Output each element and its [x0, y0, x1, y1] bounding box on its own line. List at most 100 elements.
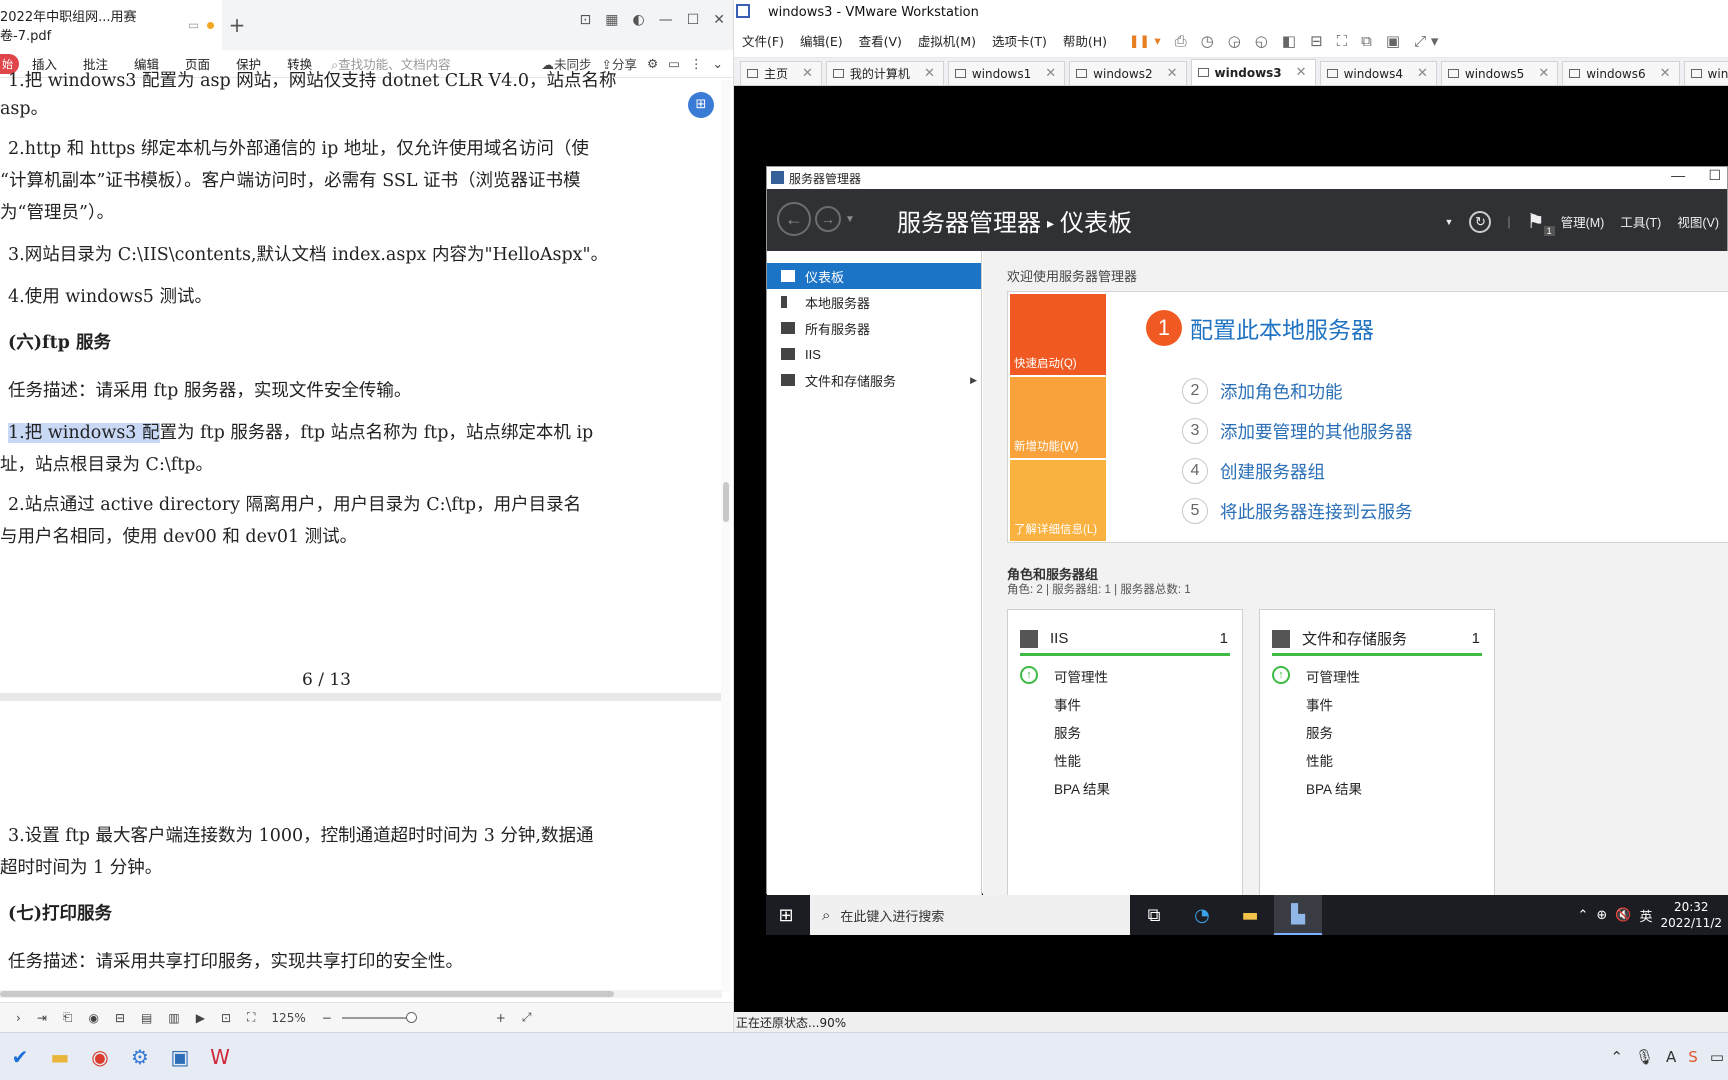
close-button[interactable]: ✕	[713, 12, 725, 28]
wps-icon[interactable]: W	[200, 1037, 240, 1077]
menu-tabs[interactable]: 选项卡(T)	[984, 31, 1055, 50]
menu-view[interactable]: 查看(V)	[851, 31, 910, 50]
vm-console[interactable]: 服务器管理器 — ☐ ← → ▼ 服务器管理器 ▸ 仪表板 ▼ ↻ | ⚑ 1 管	[734, 87, 1728, 1007]
zoom-slider-knob[interactable]	[405, 1011, 417, 1023]
close-icon[interactable]: ✕	[924, 66, 935, 81]
next-page-icon[interactable]: ›	[16, 1011, 21, 1025]
step-create-group[interactable]: 4 创建服务器组	[1182, 458, 1325, 484]
step-link[interactable]: 添加要管理的其他服务器	[1220, 419, 1413, 444]
text-selection[interactable]: 1.把 windows3 配	[8, 423, 160, 443]
fit-page-icon[interactable]: ⛶	[247, 1010, 255, 1025]
guest-clock[interactable]: 20:32 2022/11/2	[1660, 899, 1722, 931]
step-configure-local-server[interactable]: 1 配置此本地服务器	[1146, 310, 1374, 346]
refresh-icon[interactable]: ↻	[1469, 210, 1492, 233]
tab-windows6[interactable]: windows6 ✕	[1562, 61, 1680, 85]
step-add-roles[interactable]: 2 添加角色和功能	[1182, 378, 1343, 404]
close-icon[interactable]: ✕	[1417, 66, 1428, 81]
snapshot-icon[interactable]: ◷	[1201, 32, 1214, 50]
file-explorer-icon[interactable]: ▬	[1226, 895, 1274, 935]
forward-button[interactable]: →	[815, 206, 841, 232]
tab-windows2[interactable]: windows2 ✕	[1069, 61, 1187, 85]
history-dropdown-icon[interactable]: ▼	[845, 214, 855, 225]
chrome-icon[interactable]: ◉	[80, 1037, 120, 1077]
floating-tool-icon[interactable]: ⊞	[688, 92, 714, 118]
server-manager-taskbar-icon[interactable]: ▙	[1274, 895, 1322, 935]
tab-windows5[interactable]: windows5 ✕	[1440, 61, 1559, 85]
menu-help[interactable]: 帮助(H)	[1055, 31, 1115, 50]
windows-start-icon[interactable]: ⊞	[766, 905, 806, 926]
todo-icon[interactable]: ✔	[0, 1037, 40, 1077]
menu-edit[interactable]: 编辑(E)	[792, 31, 851, 50]
chevron-up-icon[interactable]: ⌃	[1610, 1048, 1623, 1066]
tab-home[interactable]: 主页 ✕	[740, 61, 822, 85]
role-row[interactable]: 性能	[1054, 750, 1081, 770]
back-button[interactable]: ←	[777, 202, 811, 236]
maximize-button[interactable]: ☐	[687, 12, 700, 28]
zoom-out-icon[interactable]: −	[322, 1011, 332, 1025]
ime-indicator[interactable]: 英	[1639, 906, 1652, 925]
role-row[interactable]: 性能	[1306, 750, 1333, 770]
role-card-header[interactable]: IIS 1	[1020, 624, 1230, 656]
sidebar-item-dashboard[interactable]: 仪表板	[767, 263, 981, 289]
close-icon[interactable]: ✕	[1538, 66, 1549, 81]
role-row[interactable]: 事件	[1054, 694, 1081, 714]
role-row[interactable]: 服务	[1306, 722, 1333, 742]
play-icon[interactable]: ▶	[196, 1011, 205, 1025]
role-row[interactable]: 可管理性	[1054, 666, 1108, 686]
tab-windows7[interactable]: windows7✕	[1683, 61, 1728, 85]
close-icon[interactable]: ✕	[1045, 66, 1056, 81]
vmware-taskbar-icon[interactable]: ▣	[160, 1037, 200, 1077]
role-row[interactable]: 事件	[1306, 694, 1333, 714]
antivirus-icon[interactable]: S	[1688, 1048, 1698, 1066]
role-row[interactable]: 服务	[1054, 722, 1081, 742]
tab-windows4[interactable]: windows4 ✕	[1319, 61, 1437, 85]
fullscreen-icon[interactable]: ⛶	[1337, 32, 1348, 50]
network-icon[interactable]: ⊕	[1596, 908, 1607, 923]
tile-quick-start[interactable]: 快速启动(Q)	[1010, 294, 1106, 375]
tab-screen-icon[interactable]: ▭	[188, 18, 199, 32]
step-add-servers[interactable]: 3 添加要管理的其他服务器	[1182, 418, 1413, 444]
actual-size-icon[interactable]: ⊡	[221, 1011, 231, 1025]
zoom-level[interactable]: 125%	[271, 1011, 305, 1025]
horizontal-scrollbar[interactable]	[0, 990, 722, 998]
double-page-icon[interactable]: ▥	[168, 1011, 179, 1025]
vertical-scrollbar[interactable]	[721, 80, 731, 992]
menu-vm[interactable]: 虚拟机(M)	[910, 31, 984, 50]
volume-icon[interactable]: 🔇	[1615, 908, 1631, 923]
snapshot-manager-icon[interactable]: ◵	[1255, 32, 1268, 50]
stretch-icon[interactable]: ⤢ ▾	[1414, 32, 1438, 50]
chevron-right-icon[interactable]: ▶	[970, 375, 977, 386]
last-page-icon[interactable]: ⇥	[37, 1011, 47, 1025]
tile-learn-more[interactable]: 了解详细信息(L)	[1010, 460, 1106, 541]
role-row[interactable]: BPA 结果	[1054, 778, 1110, 798]
single-page-icon[interactable]: ▤	[141, 1011, 152, 1025]
step-link[interactable]: 将此服务器连接到云服务	[1220, 499, 1413, 524]
pdf-line-selected[interactable]: 1.把 windows3 配置为 ftp 服务器，ftp 站点名称为 ftp，站…	[8, 418, 593, 449]
grid-icon[interactable]: ▦	[605, 12, 618, 28]
step-link[interactable]: 添加角色和功能	[1220, 379, 1343, 404]
scroll-thumb[interactable]	[723, 482, 729, 522]
menu-view[interactable]: 视图(V)	[1677, 212, 1719, 231]
minimize-button[interactable]: —	[659, 12, 673, 28]
settings-icon[interactable]: ⚙	[120, 1037, 160, 1077]
window-controls[interactable]: — ☐	[1671, 167, 1721, 184]
revert-snapshot-icon[interactable]: ◶	[1228, 32, 1241, 50]
more-icon[interactable]: ⋮	[690, 56, 703, 71]
dropdown-icon[interactable]: ▼	[1445, 217, 1454, 227]
sidebar-item-iis[interactable]: IIS	[767, 341, 981, 367]
sidebar-item-file-storage[interactable]: 文件和存储服务 ▶	[767, 367, 981, 393]
settings-icon[interactable]: ⚙	[647, 56, 658, 71]
menu-file[interactable]: 文件(F)	[734, 31, 792, 50]
edge-icon[interactable]: ◔	[1178, 895, 1226, 935]
menu-manage[interactable]: 管理(M)	[1561, 212, 1605, 231]
close-icon[interactable]: ✕	[1296, 65, 1307, 80]
unity-icon[interactable]: ⧉	[1361, 32, 1372, 50]
chevron-down-icon[interactable]: ⌄	[713, 56, 723, 71]
step-link[interactable]: 配置此本地服务器	[1190, 311, 1374, 345]
pause-icon[interactable]: ❚❚ ▾	[1129, 33, 1161, 48]
tab-my-computer[interactable]: 我的计算机 ✕	[825, 61, 944, 85]
taskbar-search[interactable]: ⌕ 在此键入进行搜索	[810, 895, 1130, 935]
step-connect-cloud[interactable]: 5 将此服务器连接到云服务	[1182, 498, 1413, 524]
avatar[interactable]: ◐	[632, 12, 644, 28]
role-card-file-storage[interactable]: 文件和存储服务 1 ↑ 可管理性 事件 服务 性能 BPA 结果	[1259, 609, 1495, 899]
